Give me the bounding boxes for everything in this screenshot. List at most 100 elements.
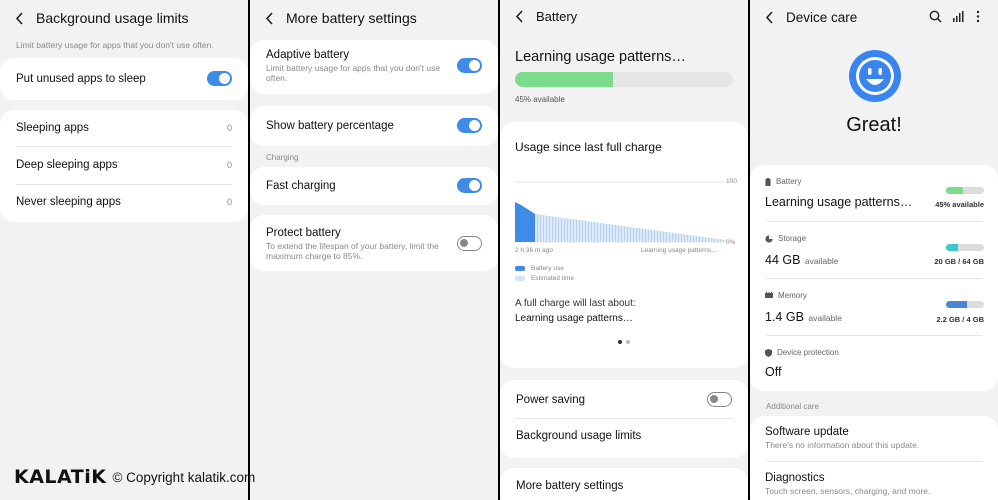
full-charge-value: Learning usage patterns… (515, 313, 633, 324)
usage-graph (515, 181, 725, 243)
protect-battery-desc: To extend the lifespan of your battery, … (266, 241, 439, 261)
page-title: More battery settings (286, 10, 417, 26)
storage-icon (765, 234, 773, 243)
axis-top-label: 100 (726, 178, 737, 185)
sleeping-lists-card: Sleeping apps 0 Deep sleeping apps 0 Nev… (0, 110, 248, 222)
storage-stat-label: Storage (765, 234, 806, 243)
full-charge-label: A full charge will last about: (515, 298, 636, 309)
background-limits-row[interactable]: Background usage limits (516, 430, 732, 442)
protect-battery-label: Protect battery (266, 227, 341, 239)
sleeping-apps-label: Sleeping apps (16, 122, 89, 134)
diagnostics-row[interactable]: Diagnostics Touch screen, sensors, charg… (765, 472, 930, 496)
never-sleeping-apps-count: 0 (226, 197, 232, 207)
charging-section-label: Charging (266, 153, 299, 162)
battery-stat-bar (946, 187, 984, 194)
list-item[interactable]: Never sleeping apps 0 (16, 196, 232, 208)
put-unused-label: Put unused apps to sleep (16, 72, 146, 85)
storage-stat-value[interactable]: 44 GB available (765, 251, 838, 269)
battery-available-text: 45% available (515, 95, 565, 104)
smiley-icon (848, 49, 902, 108)
deep-sleeping-apps-label: Deep sleeping apps (16, 159, 118, 171)
headline: Great! (846, 114, 902, 136)
header: Background usage limits (0, 0, 248, 36)
page-indicator[interactable] (618, 340, 630, 344)
description: Limit battery usage for apps that you do… (16, 40, 214, 50)
protect-battery-toggle[interactable] (457, 236, 482, 251)
memory-icon (765, 292, 773, 298)
back-icon[interactable] (762, 10, 776, 24)
show-percentage-card[interactable]: Show battery percentage (250, 106, 498, 146)
battery-stat-value[interactable]: Learning usage patterns… (765, 195, 912, 209)
diagnostics-desc: Touch screen, sensors, charging, and mor… (765, 486, 931, 496)
back-icon[interactable] (12, 11, 26, 25)
software-update-row[interactable]: Software update There's no information a… (765, 426, 919, 450)
more-settings-label: More battery settings (516, 480, 624, 492)
put-unused-row[interactable]: Put unused apps to sleep (16, 71, 232, 86)
list-item[interactable]: Sleeping apps 0 (16, 122, 232, 134)
power-saving-label: Power saving (516, 393, 586, 406)
software-update-desc: There's no information about this update… (765, 440, 920, 450)
page-title: Device care (786, 9, 858, 25)
sleeping-apps-count: 0 (226, 123, 232, 133)
device-care-stats-card: Battery Learning usage patterns… 45% ava… (750, 165, 998, 391)
legend-battery: Battery use (515, 265, 564, 272)
battery-stat-label: Battery (765, 177, 801, 186)
storage-stat-bar (946, 244, 984, 251)
time-start-label: 2 h 36 m ago (515, 247, 553, 254)
put-unused-toggle[interactable] (207, 71, 232, 86)
legend-estimated: Estimated time (515, 275, 574, 282)
signal-bars-icon[interactable] (952, 10, 964, 28)
watermark-brand: KALATiK (14, 466, 107, 488)
diagnostics-label: Diagnostics (765, 472, 825, 484)
device-care-screen: Device care Great! Battery Learning usag… (750, 0, 998, 500)
memory-stat-bar (946, 301, 984, 308)
power-saving-toggle[interactable] (707, 392, 732, 407)
search-icon[interactable] (929, 10, 942, 28)
shield-icon (765, 348, 772, 357)
back-icon[interactable] (262, 11, 276, 25)
memory-stat-right: 2.2 GB / 4 GB (936, 315, 984, 324)
page-title: Background usage limits (36, 10, 189, 26)
power-saving-row[interactable]: Power saving (516, 392, 732, 407)
header: More battery settings (250, 0, 498, 36)
fast-charging-label: Fast charging (266, 179, 336, 192)
protection-stat-value[interactable]: Off (765, 365, 781, 379)
usage-title: Usage since last full charge (515, 140, 662, 154)
header: Device care (750, 0, 998, 34)
additional-care-card: Software update There's no information a… (750, 416, 998, 500)
show-percentage-toggle[interactable] (457, 118, 482, 133)
never-sleeping-apps-label: Never sleeping apps (16, 196, 121, 208)
adaptive-battery-desc: Limit battery usage for apps that you do… (266, 63, 441, 83)
battery-stat-right: 45% available (935, 200, 984, 209)
fast-charging-toggle[interactable] (457, 178, 482, 193)
background-limits-label: Background usage limits (516, 430, 642, 442)
axis-bottom-label: 0% (726, 239, 736, 246)
more-vert-icon[interactable] (976, 10, 980, 28)
software-update-label: Software update (765, 426, 849, 438)
memory-stat-label: Memory (765, 291, 807, 300)
battery-screen: Battery Learning usage patterns… 45% ava… (500, 0, 748, 500)
storage-stat-right: 20 GB / 64 GB (934, 257, 984, 266)
fast-charging-card[interactable]: Fast charging (250, 167, 498, 205)
protect-battery-card[interactable]: Protect battery To extend the lifespan o… (250, 215, 498, 271)
adaptive-battery-toggle[interactable] (457, 58, 482, 73)
adaptive-battery-card[interactable]: Adaptive battery Limit battery usage for… (250, 40, 498, 94)
put-unused-card: Put unused apps to sleep (0, 58, 248, 100)
additional-care-label: Additional care (766, 402, 819, 411)
memory-stat-value[interactable]: 1.4 GB available (765, 308, 842, 326)
battery-options-card: Power saving Background usage limits (500, 380, 748, 458)
list-item[interactable]: Deep sleeping apps 0 (16, 159, 232, 171)
watermark-copyright: © Copyright kalatik.com (112, 469, 256, 485)
show-percentage-label: Show battery percentage (266, 119, 394, 132)
battery-status: Learning usage patterns… (515, 49, 686, 65)
more-battery-settings-screen: More battery settings Adaptive battery L… (250, 0, 498, 500)
back-icon[interactable] (512, 9, 526, 23)
watermark: KALATiK © Copyright kalatik.com (14, 466, 255, 488)
usage-card: Usage since last full charge 100 0% 2 h … (500, 122, 748, 368)
more-settings-card[interactable]: More battery settings (500, 468, 748, 500)
battery-level-bar (515, 72, 733, 87)
background-usage-limits-screen: Background usage limits Limit battery us… (0, 0, 248, 500)
page-title: Battery (536, 8, 578, 24)
battery-icon (765, 177, 771, 186)
protection-stat-label: Device protection (765, 348, 839, 357)
